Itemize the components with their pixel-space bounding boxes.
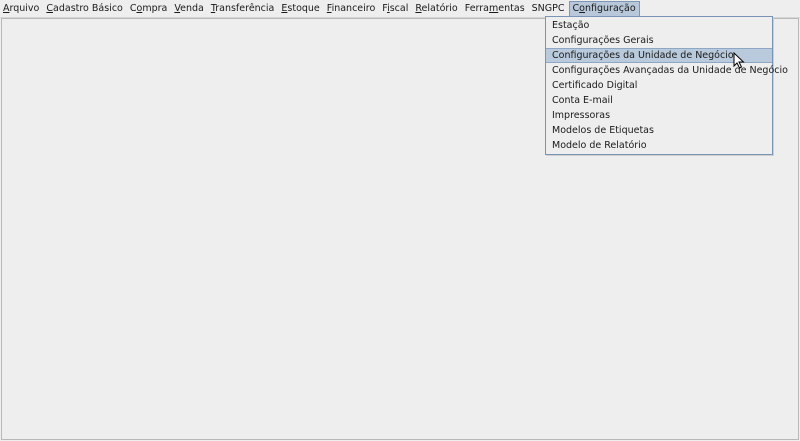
menu-relatorio[interactable]: Relatório [412, 1, 461, 17]
mouse-pointer-icon [733, 52, 745, 69]
menu-sngpc[interactable]: SNGPC [529, 1, 569, 17]
menu-transferencia[interactable]: Transferência [208, 1, 279, 17]
menu-ferramentas[interactable]: Ferramentas [462, 1, 529, 17]
menu-estoque[interactable]: Estoque [278, 1, 323, 17]
menu-arquivo[interactable]: Arquivo [0, 1, 43, 17]
menu-item-conta-email[interactable]: Conta E-mail [546, 93, 772, 108]
menu-item-configuracoes-gerais[interactable]: Configurações Gerais [546, 33, 772, 48]
menu-compra[interactable]: Compra [127, 1, 171, 17]
menu-financeiro[interactable]: Financeiro [324, 1, 380, 17]
menu-cadastro-basico[interactable]: Cadastro Básico [43, 1, 126, 17]
menu-venda[interactable]: Venda [171, 1, 207, 17]
menu-configuracao[interactable]: Configuração [568, 0, 640, 17]
configuracao-dropdown-menu: Estação Configurações Gerais Configuraçõ… [545, 16, 788, 155]
menu-item-certificado-digital[interactable]: Certificado Digital [546, 78, 772, 93]
menu-fiscal[interactable]: Fiscal [379, 1, 412, 17]
menu-item-estacao[interactable]: Estação [546, 18, 772, 33]
menu-item-modelo-relatorio[interactable]: Modelo de Relatório [546, 138, 772, 153]
menu-item-modelos-etiquetas[interactable]: Modelos de Etiquetas [546, 123, 772, 138]
menu-item-impressoras[interactable]: Impressoras [546, 108, 772, 123]
